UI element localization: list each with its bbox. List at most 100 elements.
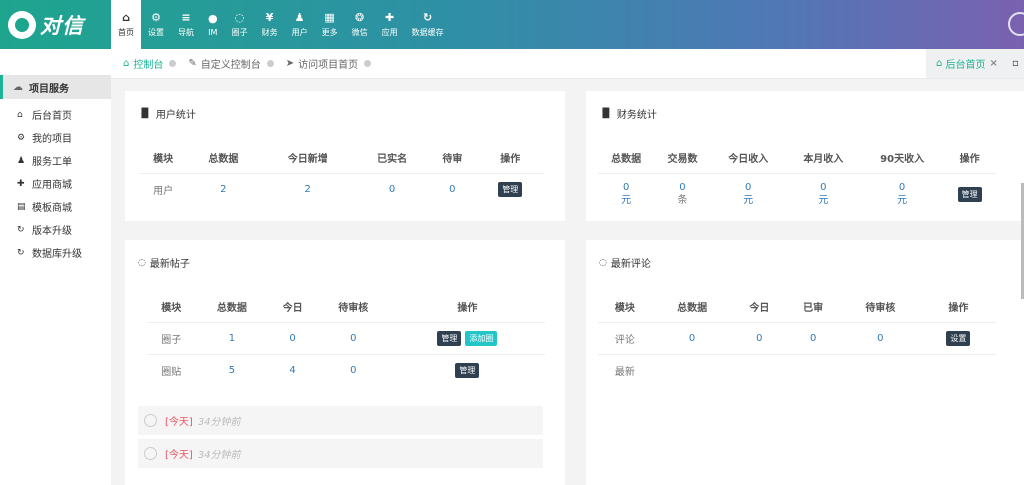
user-tie-icon: ♟ [17,155,26,166]
nav-label: 微信 [351,28,368,37]
finance-value-cell[interactable]: 0元 [785,172,861,215]
column-header: 总数据 [216,303,247,315]
close-icon[interactable]: × [990,58,998,69]
sidebar-item-6[interactable]: ↻ 数据库升级 [0,241,111,264]
finance-value-cell[interactable]: 0元 [860,172,944,215]
nav-item-4[interactable]: ◌ 圈子 [225,0,255,49]
nav-item-0[interactable]: ⌂ 首页 [111,0,141,49]
pending-cell[interactable]: 0 [316,321,390,354]
main-nav: ⌂ 首页 ⚙ 设置 ≡ 导航 ● IM ◌ 圈子 ¥ 财务 ♟ 用户 ▦ 更多 ❂ 微信 ✚ 应用 ↻ 数据缓存 [111,0,451,49]
today-cell[interactable]: 0 [268,321,317,354]
nav-item-8[interactable]: ❂ 微信 [345,0,375,49]
total-cell[interactable]: 2 [187,172,260,205]
table-row: 最新 [598,353,996,386]
menu-icon: ≡ [181,11,191,24]
value-unit: 元 [621,195,632,207]
reviewed-cell[interactable]: 0 [786,321,841,354]
total-cell[interactable]: 0 [651,321,733,354]
breadcrumb-item-1[interactable]: ✎ 自定义控制台 [188,56,274,71]
sidebar-header-label: 项目服务 [29,83,69,95]
sidebar-item-0[interactable]: ⌂ 后台首页 [0,103,111,126]
action-cell: 管理 [943,172,996,215]
pending-cell[interactable]: 0 [840,321,921,354]
user-icon: ♟ [294,11,305,24]
column-header: 今日新增 [287,154,328,166]
verified-cell[interactable]: 0 [355,172,429,205]
sidebar-item-label: 服务工单 [32,157,72,168]
column-header: 待审 [442,154,463,166]
nav-item-2[interactable]: ≡ 导航 [171,0,201,49]
home-icon: ⌂ [936,58,946,69]
tab-more-icon[interactable]: ▫ [1012,49,1019,78]
sidebar-item-2[interactable]: ♟ 服务工单 [0,149,111,172]
finance-value-cell[interactable]: 0元 [598,172,655,215]
sidebar-item-4[interactable]: ▤ 模板商城 [0,195,111,218]
add-circle-button[interactable]: 添加圈 [465,330,498,346]
today-cell[interactable]: 0 [732,321,787,354]
nav-item-5[interactable]: ¥ 财务 [255,0,285,49]
feed-time: 34分钟前 [197,450,241,461]
today-cell[interactable]: 2 [259,172,356,205]
nav-item-3[interactable]: ● IM [201,0,225,49]
breadcrumb-label: 控制台 [133,60,164,71]
nav-item-10[interactable]: ↻ 数据缓存 [405,0,451,49]
action-cell: 管理 [476,172,544,205]
table-row: 圈贴 5 4 0 管理 [147,353,545,386]
value-number: 0 [898,182,906,194]
top-navbar: 对信 ⌂ 首页 ⚙ 设置 ≡ 导航 ● IM ◌ 圈子 ¥ 财务 ♟ 用户 ▦ 更多 ❂ 微信 ✚ 应用 ↻ 数据缓存 [0,0,1024,49]
user-stats-table: 模块 总数据 今日新增 已实名 待审 操作 用户 2 2 0 0 管理 [139,143,544,205]
manage-button[interactable]: 管理 [455,362,480,378]
nav-item-1[interactable]: ⚙ 设置 [141,0,171,49]
pending-cell[interactable]: 0 [316,353,390,386]
grid-icon: ▦ [324,11,335,24]
breadcrumb-item-0[interactable]: ⌂ 控制台 [123,56,177,71]
module-cell: 圈贴 [147,353,196,386]
gear-icon: ⚙ [17,132,26,143]
comments-table: 模块 总数据 今日 已审 待审核 操作 评论 0 0 0 0 设置 最新 [598,292,996,386]
nav-item-6[interactable]: ♟ 用户 [285,0,315,49]
tab-dashboard[interactable]: ⌂ 后台首页 × [926,49,1024,78]
sidebar-item-label: 我的项目 [32,134,72,145]
total-cell[interactable]: 1 [195,321,269,354]
sidebar-item-3[interactable]: ✚ 应用商城 [0,172,111,195]
total-cell[interactable]: 5 [195,353,269,386]
breadcrumb-item-2[interactable]: ➤ 访问项目首页 [285,56,372,71]
panel-title: ▐▌ 财务统计 [599,106,657,122]
column-header: 操作 [500,154,521,166]
manage-button[interactable]: 管理 [957,186,982,202]
cloud-icon: ☁ [13,81,23,93]
manage-button[interactable]: 管理 [498,181,523,197]
panel-title: ◌ 最新评论 [599,255,651,271]
pending-cell[interactable]: 0 [428,172,477,205]
sidebar-section-header[interactable]: ☁ 项目服务 [0,75,111,99]
sidebar-item-1[interactable]: ⚙ 我的项目 [0,126,111,149]
nav-item-9[interactable]: ✚ 应用 [375,0,405,49]
module-cell: 评论 [598,321,652,354]
action-cell: 管理 [389,353,545,386]
send-icon: ➤ [285,58,295,69]
finance-stats-table: 总数据 交易数 今日收入 本月收入 90天收入 操作 0 元 0 条 0 元 0 元 0 元管理 [598,143,996,215]
table-header-row: 总数据 交易数 今日收入 本月收入 90天收入 操作 [598,143,996,173]
nav-item-7[interactable]: ▦ 更多 [315,0,345,49]
module-cell: 圈子 [147,321,196,354]
feed-item[interactable]: [今天] 34分钟前 [138,439,543,468]
feed-item[interactable]: [今天] 34分钟前 [138,406,543,435]
sidebar-item-5[interactable]: ↻ 版本升级 [0,218,111,241]
tab-dot [364,60,372,67]
user-avatar[interactable] [1008,12,1024,36]
sidebar-item-label: 后台首页 [32,111,72,122]
column-header: 操作 [457,303,478,315]
finance-value-cell[interactable]: 0元 [710,172,786,215]
logo[interactable]: 对信 [0,0,111,49]
nav-label: 更多 [321,28,338,37]
settings-button[interactable]: 设置 [946,330,971,346]
column-header: 已审 [803,303,824,315]
panel-title: ▐▌ 用户统计 [138,106,196,122]
logo-text: 对信 [40,13,84,38]
manage-button[interactable]: 管理 [437,330,462,346]
value-unit: 元 [818,195,829,207]
action-cell: 管理 添加圈 [389,321,545,354]
finance-value-cell[interactable]: 0条 [654,172,711,215]
finance-stats-title: 财务统计 [616,110,657,121]
today-cell[interactable]: 4 [268,353,317,386]
